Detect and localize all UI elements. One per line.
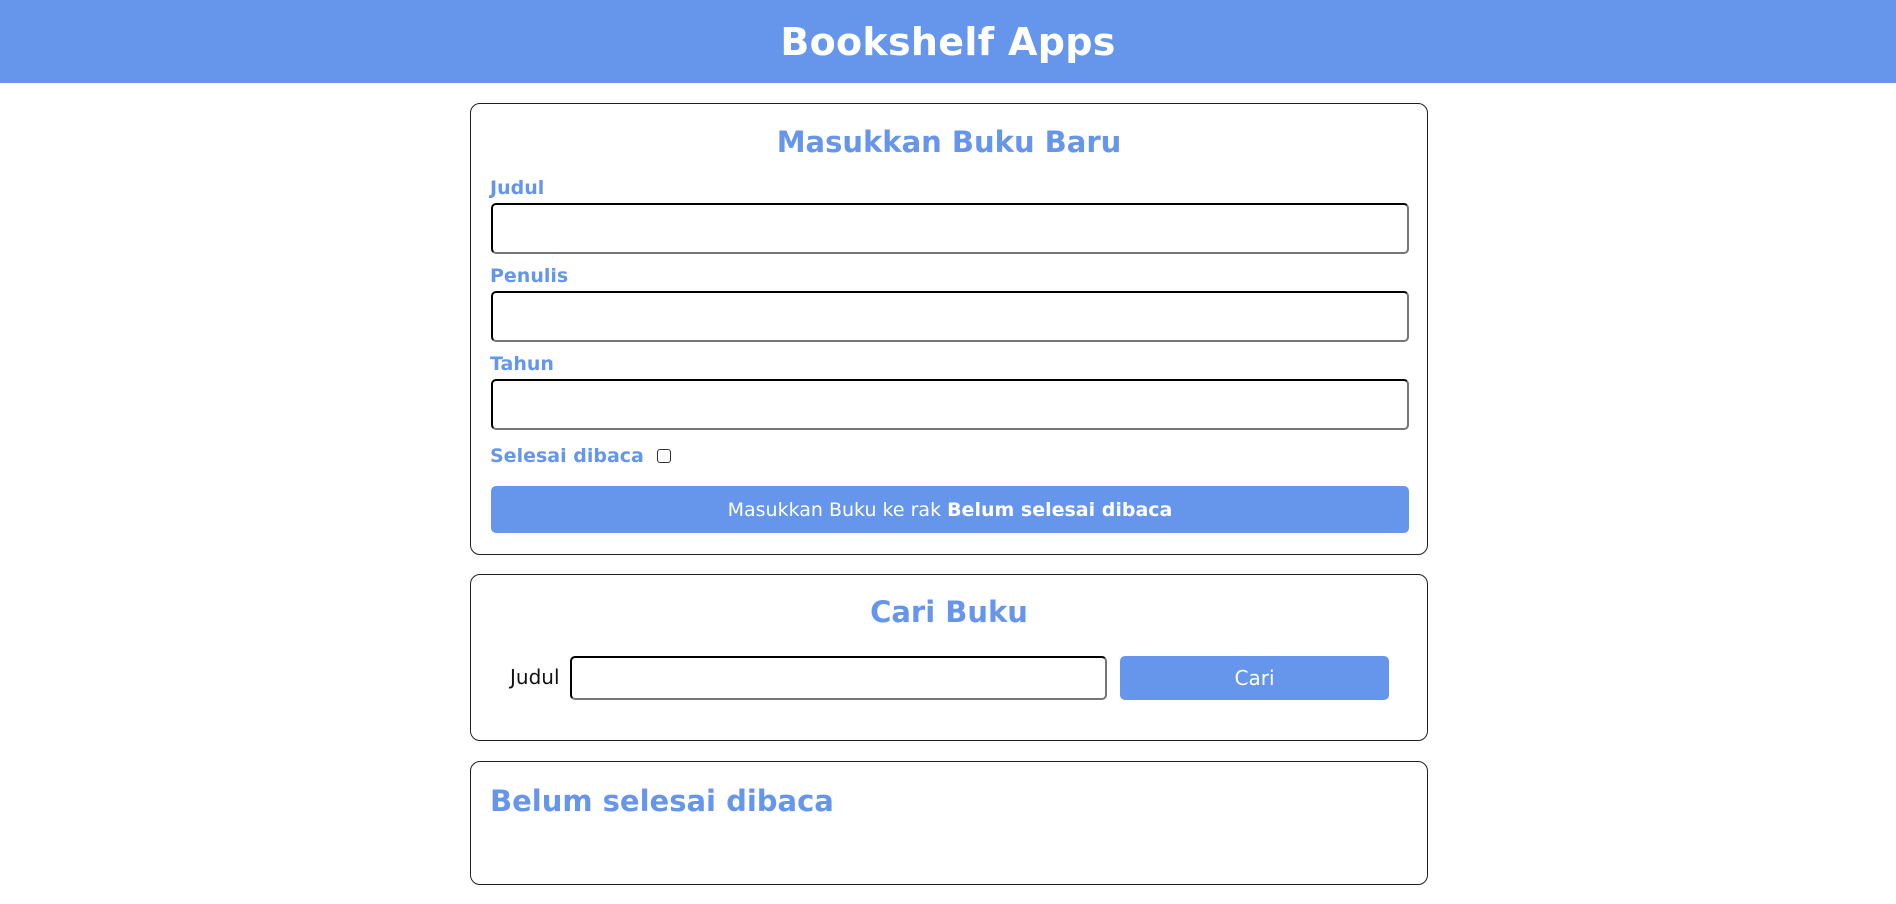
search-input[interactable] <box>570 656 1107 700</box>
input-book-section: Masukkan Buku Baru Judul Penulis Tahun S… <box>470 103 1428 555</box>
year-label: Tahun <box>490 353 554 375</box>
title-input[interactable] <box>491 203 1409 254</box>
search-button[interactable]: Cari <box>1120 656 1389 700</box>
incomplete-shelf-heading: Belum selesai dibaca <box>490 784 834 818</box>
submit-book-button[interactable]: Masukkan Buku ke rak Belum selesai dibac… <box>491 486 1409 533</box>
year-input[interactable] <box>491 379 1409 430</box>
author-input[interactable] <box>491 291 1409 342</box>
submit-button-shelf: Belum selesai dibaca <box>947 498 1173 521</box>
submit-button-prefix: Masukkan Buku ke rak <box>727 498 942 521</box>
app-header: Bookshelf Apps <box>0 0 1896 83</box>
input-section-heading: Masukkan Buku Baru <box>776 125 1122 159</box>
title-label: Judul <box>490 177 545 199</box>
search-section-heading: Cari Buku <box>870 595 1028 629</box>
app-title: Bookshelf Apps <box>780 19 1116 64</box>
complete-checkbox[interactable] <box>656 449 671 463</box>
author-label: Penulis <box>490 265 569 287</box>
complete-checkbox-label: Selesai dibaca <box>490 445 644 467</box>
complete-checkbox-row: Selesai dibaca <box>490 445 671 467</box>
incomplete-bookshelf-section: Belum selesai dibaca <box>470 761 1428 885</box>
search-book-section: Cari Buku Judul Cari <box>470 574 1428 741</box>
search-title-label: Judul <box>510 665 560 689</box>
